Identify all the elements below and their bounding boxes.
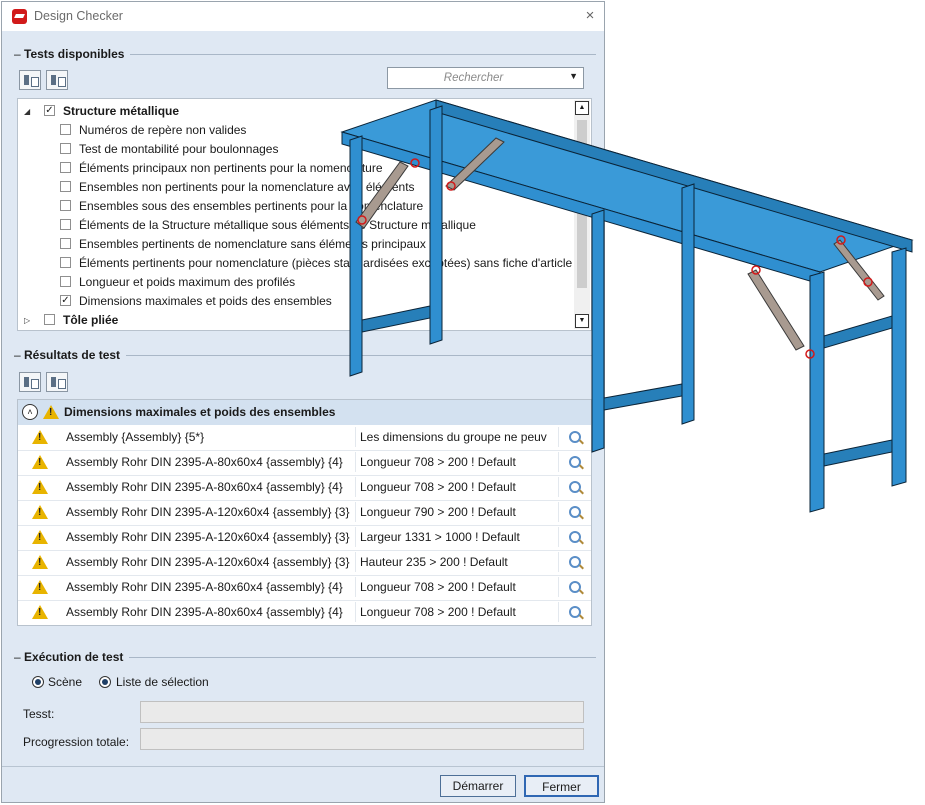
steel-frame-3d-model[interactable] — [0, 0, 925, 805]
